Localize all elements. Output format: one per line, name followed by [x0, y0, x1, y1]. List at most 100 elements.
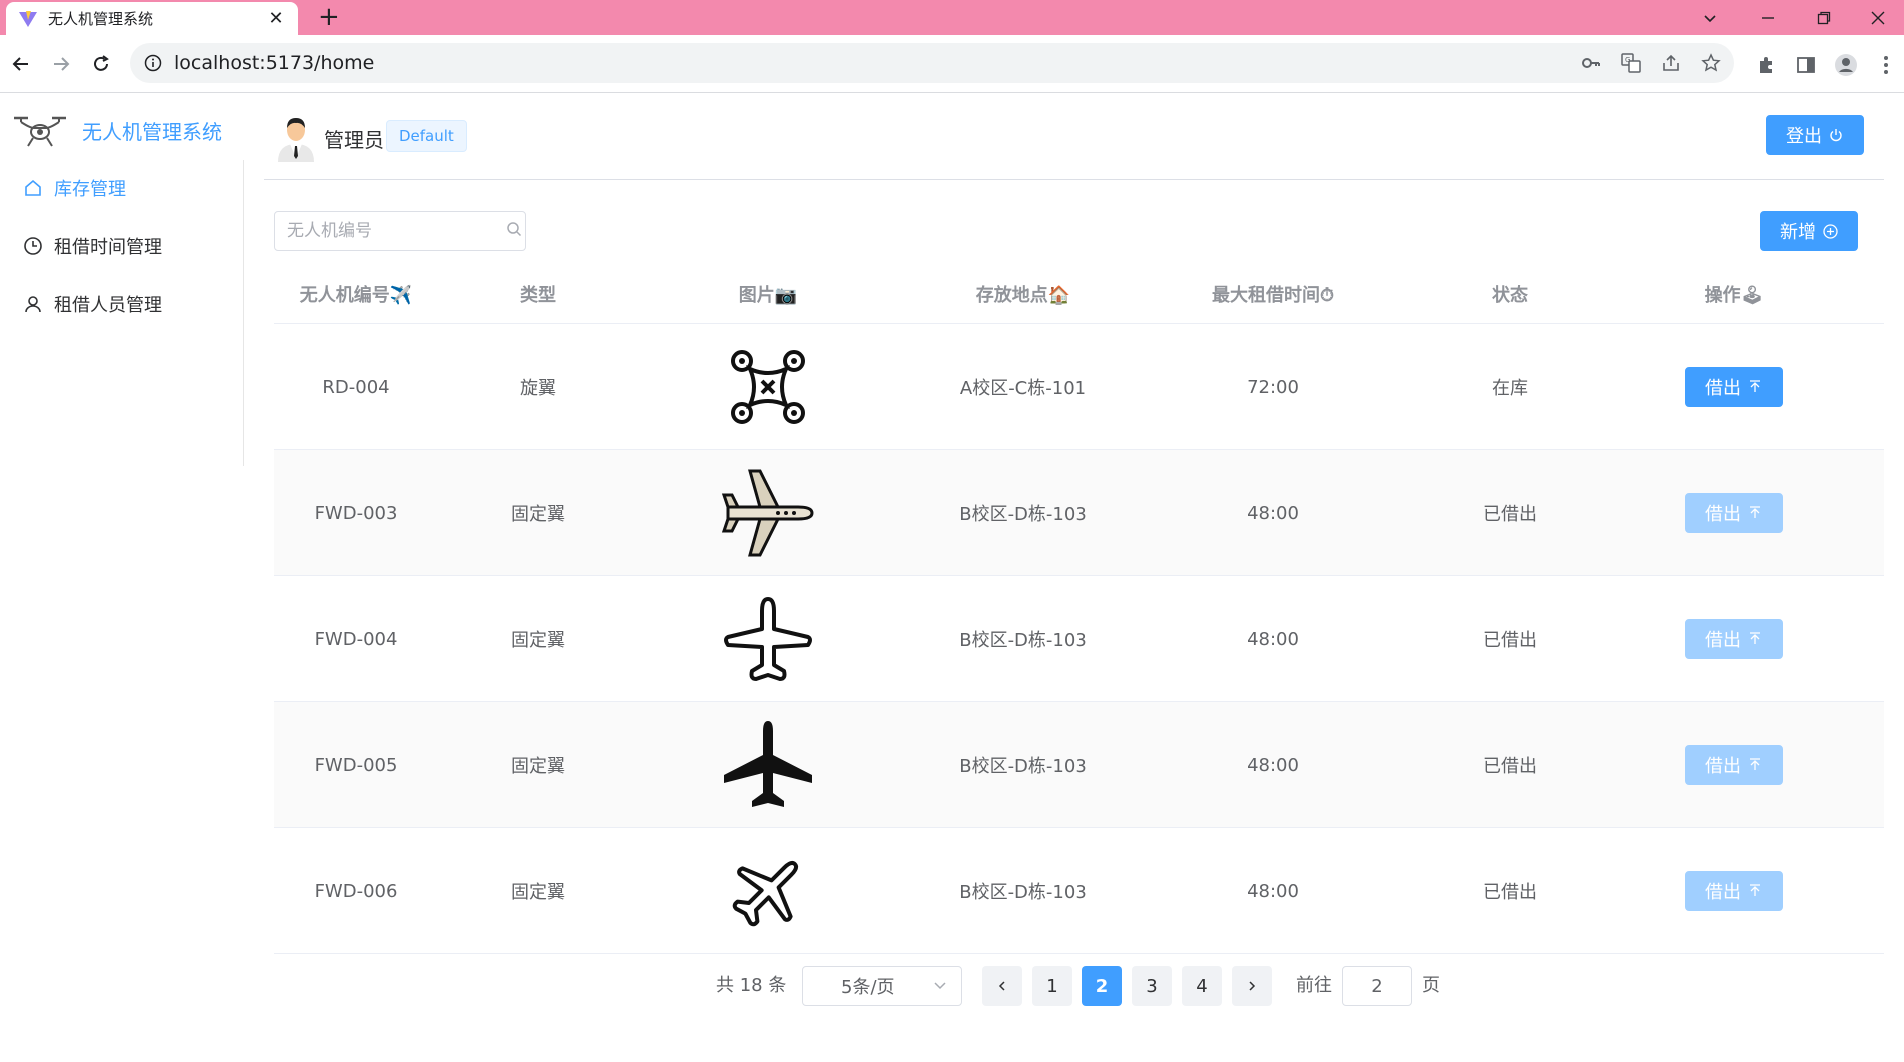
user-role-tag: Default: [386, 120, 467, 152]
sidebar-item-label: 租借人员管理: [54, 295, 162, 316]
site-info-icon[interactable]: [144, 54, 162, 72]
logout-button[interactable]: 登出: [1766, 115, 1864, 155]
cell-image: [638, 702, 898, 828]
close-window-icon[interactable]: [1850, 0, 1904, 35]
page-suffix: 页: [1422, 975, 1440, 996]
borrow-label: 借出: [1705, 630, 1741, 651]
borrow-button[interactable]: 借出: [1685, 619, 1783, 659]
chevron-right-icon: [1249, 981, 1256, 991]
search-icon[interactable]: [506, 221, 522, 241]
borrow-label: 借出: [1705, 378, 1741, 399]
cell-type: 固定翼: [511, 882, 565, 903]
drone-table: 无人机编号✈️ 类型 图片📷 存放地点🏠 最大租借时间⏱ 状态 操作🕹 RD-0…: [274, 268, 1884, 954]
search-input[interactable]: [287, 221, 506, 241]
clock-icon: [22, 235, 44, 257]
table-row: FWD-003 固定翼 B校区-D栋-103 48:00 已借出 借出: [274, 450, 1884, 576]
page-button[interactable]: 3: [1132, 966, 1172, 1006]
url-text: localhost:5173/home: [174, 52, 375, 74]
brand-title: 无人机管理系统: [82, 119, 222, 144]
cell-type: 固定翼: [511, 504, 565, 525]
page-button-current[interactable]: 2: [1082, 966, 1122, 1006]
page-button[interactable]: 4: [1182, 966, 1222, 1006]
cell-location: B校区-D栋-103: [959, 504, 1087, 525]
sidebar-item-rent-time[interactable]: 租借时间管理: [0, 218, 243, 274]
col-header-max-time: 最大租借时间⏱: [1211, 285, 1335, 306]
admin-avatar-icon: [278, 118, 314, 162]
cell-type: 旋翼: [520, 378, 556, 399]
brand: 无人机管理系统: [12, 112, 222, 148]
airliner-side-icon: [721, 469, 814, 557]
share-icon[interactable]: [1660, 52, 1682, 74]
side-panel-icon[interactable]: [1794, 53, 1818, 77]
sidebar-item-label: 租借时间管理: [54, 237, 162, 258]
cell-image: [638, 324, 898, 450]
search-box[interactable]: [274, 211, 526, 251]
sidebar-item-renters[interactable]: 租借人员管理: [0, 276, 243, 332]
cell-max-time: 48:00: [1247, 754, 1299, 776]
forward-icon[interactable]: [46, 49, 76, 79]
quadcopter-icon: [731, 350, 805, 424]
back-icon[interactable]: [6, 49, 36, 79]
borrow-label: 借出: [1705, 756, 1741, 777]
cell-type: 固定翼: [511, 756, 565, 777]
borrow-button[interactable]: 借出: [1685, 871, 1783, 911]
cell-action: 借出: [1622, 450, 1846, 576]
circle-plus-icon: [1822, 223, 1838, 239]
key-icon[interactable]: [1580, 52, 1602, 74]
upload-icon: [1747, 883, 1763, 899]
new-tab-icon[interactable]: +: [318, 4, 340, 30]
cell-id: RD-004: [322, 376, 390, 398]
col-header-location: 存放地点🏠: [975, 285, 1071, 306]
address-bar: localhost:5173/home G: [0, 35, 1904, 93]
cell-image: [638, 576, 898, 702]
browser-tab[interactable]: 无人机管理系统 ✕: [6, 2, 298, 35]
cell-type: 固定翼: [511, 630, 565, 651]
col-header-type: 类型: [520, 285, 556, 306]
table-row: RD-004 旋翼 A校区-C栋-101 72:00 在库 借出: [274, 324, 1884, 450]
cell-max-time: 72:00: [1247, 376, 1299, 398]
tab-search-icon[interactable]: [1682, 0, 1738, 35]
minimize-icon[interactable]: [1740, 0, 1796, 35]
prev-page-button[interactable]: [982, 966, 1022, 1006]
cell-status: 已借出: [1483, 504, 1537, 525]
home-icon: [22, 177, 44, 199]
upload-icon: [1747, 379, 1763, 395]
power-icon: [1828, 127, 1844, 143]
cell-location: B校区-D栋-103: [959, 882, 1087, 903]
borrow-button[interactable]: 借出: [1685, 493, 1783, 533]
omnibox[interactable]: localhost:5173/home: [130, 43, 1734, 83]
upload-icon: [1747, 757, 1763, 773]
cell-image: [638, 828, 898, 954]
profile-avatar-icon[interactable]: [1834, 53, 1858, 77]
sidebar-item-inventory[interactable]: 库存管理: [0, 160, 243, 216]
extensions-icon[interactable]: [1754, 53, 1778, 77]
goto-page-input[interactable]: [1342, 966, 1412, 1006]
page-size-select[interactable]: 5条/页: [802, 966, 962, 1006]
cell-status: 已借出: [1483, 630, 1537, 651]
next-page-button[interactable]: [1232, 966, 1272, 1006]
menu-dots-icon[interactable]: [1874, 53, 1898, 77]
pagination: 共 18 条 5条/页 1 2 3 4 前往 页: [0, 966, 1904, 1006]
restore-icon[interactable]: [1796, 0, 1852, 35]
sidebar-item-label: 库存管理: [54, 179, 126, 200]
page-button[interactable]: 1: [1032, 966, 1072, 1006]
add-label: 新增: [1780, 222, 1816, 243]
add-button[interactable]: 新增: [1760, 211, 1858, 251]
cell-image: [638, 450, 898, 576]
tab-close-icon[interactable]: ✕: [266, 8, 286, 29]
col-header-action: 操作🕹: [1704, 285, 1764, 306]
drone-logo-icon: [14, 116, 66, 147]
borrow-button[interactable]: 借出: [1685, 367, 1783, 407]
user-name: 管理员: [324, 128, 384, 152]
plane-outline-icon: [724, 597, 812, 681]
borrow-label: 借出: [1705, 504, 1741, 525]
borrow-button[interactable]: 借出: [1685, 745, 1783, 785]
goto-label: 前往: [1296, 975, 1332, 996]
svg-text:G: G: [1625, 56, 1630, 64]
bookmark-star-icon[interactable]: [1700, 52, 1722, 74]
translate-icon[interactable]: G: [1620, 52, 1642, 74]
table-header: 无人机编号✈️ 类型 图片📷 存放地点🏠 最大租借时间⏱ 状态 操作🕹: [274, 268, 1884, 324]
reload-icon[interactable]: [86, 49, 116, 79]
table-row: FWD-004 固定翼 B校区-D栋-103 48:00 已借出 借出: [274, 576, 1884, 702]
cell-max-time: 48:00: [1247, 502, 1299, 524]
